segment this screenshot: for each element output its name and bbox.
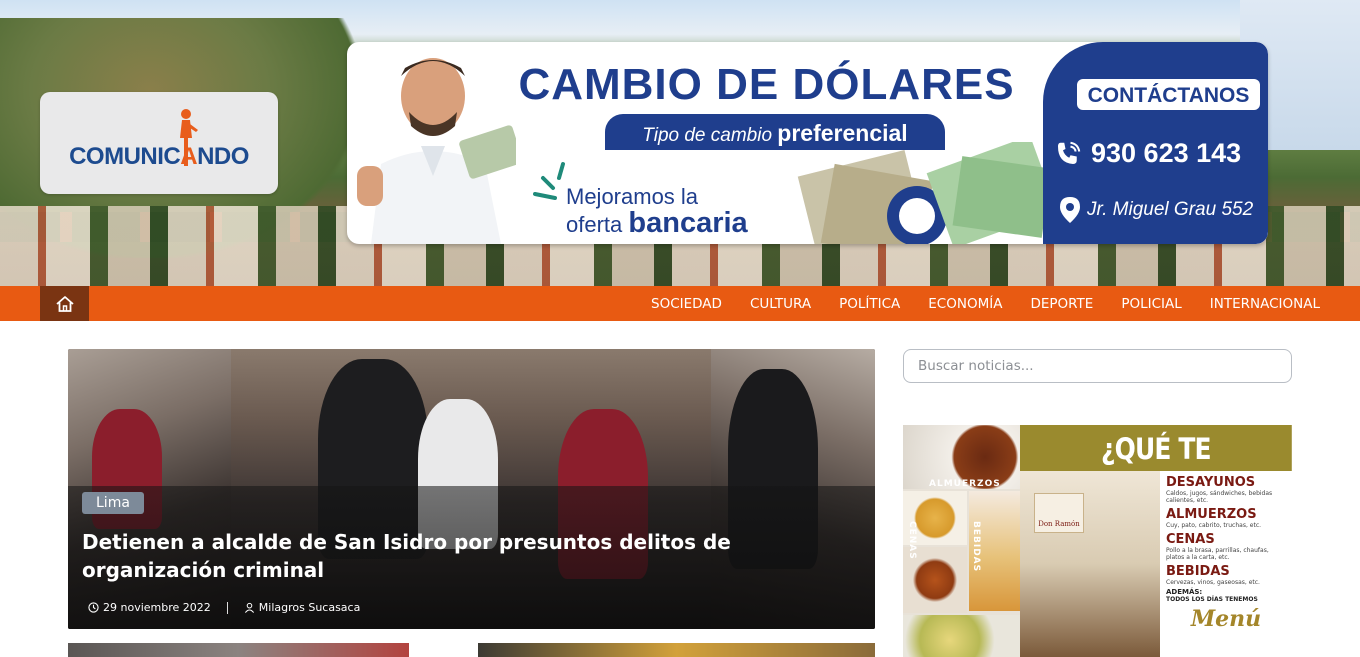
ad-contact-label: CONTÁCTANOS xyxy=(1077,79,1260,110)
featured-author[interactable]: Milagros Sucasaca xyxy=(259,601,361,614)
nav-menu: SOCIEDAD CULTURA POLÍTICA ECONOMÍA DEPOR… xyxy=(651,286,1320,321)
nav-item-sociedad[interactable]: SOCIEDAD xyxy=(651,296,722,312)
promo-label-cenas: CENAS xyxy=(907,521,917,560)
home-icon xyxy=(55,295,74,312)
ad-tagline-bancaria: bancaria xyxy=(628,207,748,239)
menu-item-title: BEBIDAS xyxy=(1166,564,1230,579)
featured-story-image[interactable] xyxy=(68,349,875,629)
featured-date: 29 noviembre 2022 xyxy=(103,601,211,614)
story-card-thumbnail[interactable] xyxy=(478,643,875,657)
menu-item-title: DESAYUNOS xyxy=(1166,475,1256,490)
site-logo[interactable]: COMUNICANDO xyxy=(40,92,278,194)
menu-item-desc: Pollo a la brasa, parrillas, chaufas, pl… xyxy=(1166,547,1269,561)
logo-text: COMUNICANDO xyxy=(69,143,249,171)
ad-address: Jr. Miguel Grau 552 xyxy=(1059,196,1259,224)
story-card-thumbnail[interactable] xyxy=(68,643,409,657)
logo-text-left: COMUNIC xyxy=(69,143,181,170)
nav-item-cultura[interactable]: CULTURA xyxy=(750,296,811,312)
restaurant-sign: Don Ramón xyxy=(1034,493,1084,533)
nav-home-button[interactable] xyxy=(40,286,89,321)
clock-icon xyxy=(88,602,99,613)
ad-phone[interactable]: 930 623 143 xyxy=(1053,138,1263,169)
logo-text-a: A xyxy=(180,143,198,170)
main-nav: SOCIEDAD CULTURA POLÍTICA ECONOMÍA DEPOR… xyxy=(0,286,1360,321)
menu-item-desc: Caldos, jugos, sándwiches, bebidas calie… xyxy=(1166,490,1273,504)
ad-tagline: Mejoramos la oferta bancaria xyxy=(566,184,748,238)
promo-label-bebidas: BEBIDAS xyxy=(971,521,981,573)
ad-money-image xyxy=(797,142,1057,244)
menu-footer: Menú xyxy=(1190,606,1262,632)
food-photo xyxy=(903,615,1020,657)
nav-item-policial[interactable]: POLICIAL xyxy=(1121,296,1181,312)
nav-item-politica[interactable]: POLÍTICA xyxy=(839,296,900,312)
featured-headline[interactable]: Detienen a alcalde de San Isidro por pre… xyxy=(82,528,862,584)
location-pin-icon xyxy=(1060,197,1080,223)
promo-label-almuerzos: ALMUERZOS xyxy=(929,479,1001,489)
ad-banner[interactable]: CAMBIO DE DÓLARES Tipo de cambio prefere… xyxy=(347,42,1268,244)
menu-extra-desc: TODOS LOS DÍAS TENEMOS xyxy=(1166,596,1258,603)
phone-icon xyxy=(1058,141,1081,164)
ad-address-text: Jr. Miguel Grau 552 xyxy=(1087,199,1254,220)
search-input[interactable] xyxy=(903,349,1292,383)
ad-phone-number: 930 623 143 xyxy=(1091,138,1242,168)
menu-extra-title: ADEMÁS: xyxy=(1166,588,1203,596)
promo-menu: DESAYUNOS Caldos, jugos, sándwiches, beb… xyxy=(1160,471,1292,657)
menu-item-title: ALMUERZOS xyxy=(1166,507,1257,522)
menu-item-title: CENAS xyxy=(1166,532,1215,547)
promo-restaurant-photo: Don Ramón xyxy=(1020,471,1160,657)
menu-item-desc: Cuy, pato, cabrito, truchas, etc. xyxy=(1166,522,1262,529)
promo-headline: ¿QUÉ TE OFRECEMOS? xyxy=(1020,425,1292,514)
menu-item-desc: Cervezas, vinos, gaseosas, etc. xyxy=(1166,579,1260,586)
logo-text-right: NDO xyxy=(197,143,249,170)
nav-item-internacional[interactable]: INTERNACIONAL xyxy=(1210,296,1320,312)
nav-item-economia[interactable]: ECONOMÍA xyxy=(928,296,1002,312)
ad-title: CAMBIO DE DÓLARES xyxy=(518,60,1015,109)
ad-person-image xyxy=(357,58,516,244)
site-header: COMUNICANDO CAMBIO DE DÓLARES Tipo de ca… xyxy=(0,0,1360,286)
nav-item-deporte[interactable]: DEPORTE xyxy=(1030,296,1093,312)
category-badge[interactable]: Lima xyxy=(82,492,144,514)
promo-food-collage: ALMUERZOS CENAS BEBIDAS xyxy=(903,425,1020,657)
restaurant-promo-ad[interactable]: ALMUERZOS CENAS BEBIDAS ¿QUÉ TE OFRECEMO… xyxy=(903,425,1292,657)
meta-divider xyxy=(226,601,228,614)
user-icon xyxy=(244,602,254,613)
featured-meta: 29 noviembre 2022 Milagros Sucasaca xyxy=(88,601,360,614)
ad-tagline-oferta: oferta xyxy=(566,212,623,237)
ad-subtitle-italic: Tipo de cambio xyxy=(642,125,773,146)
